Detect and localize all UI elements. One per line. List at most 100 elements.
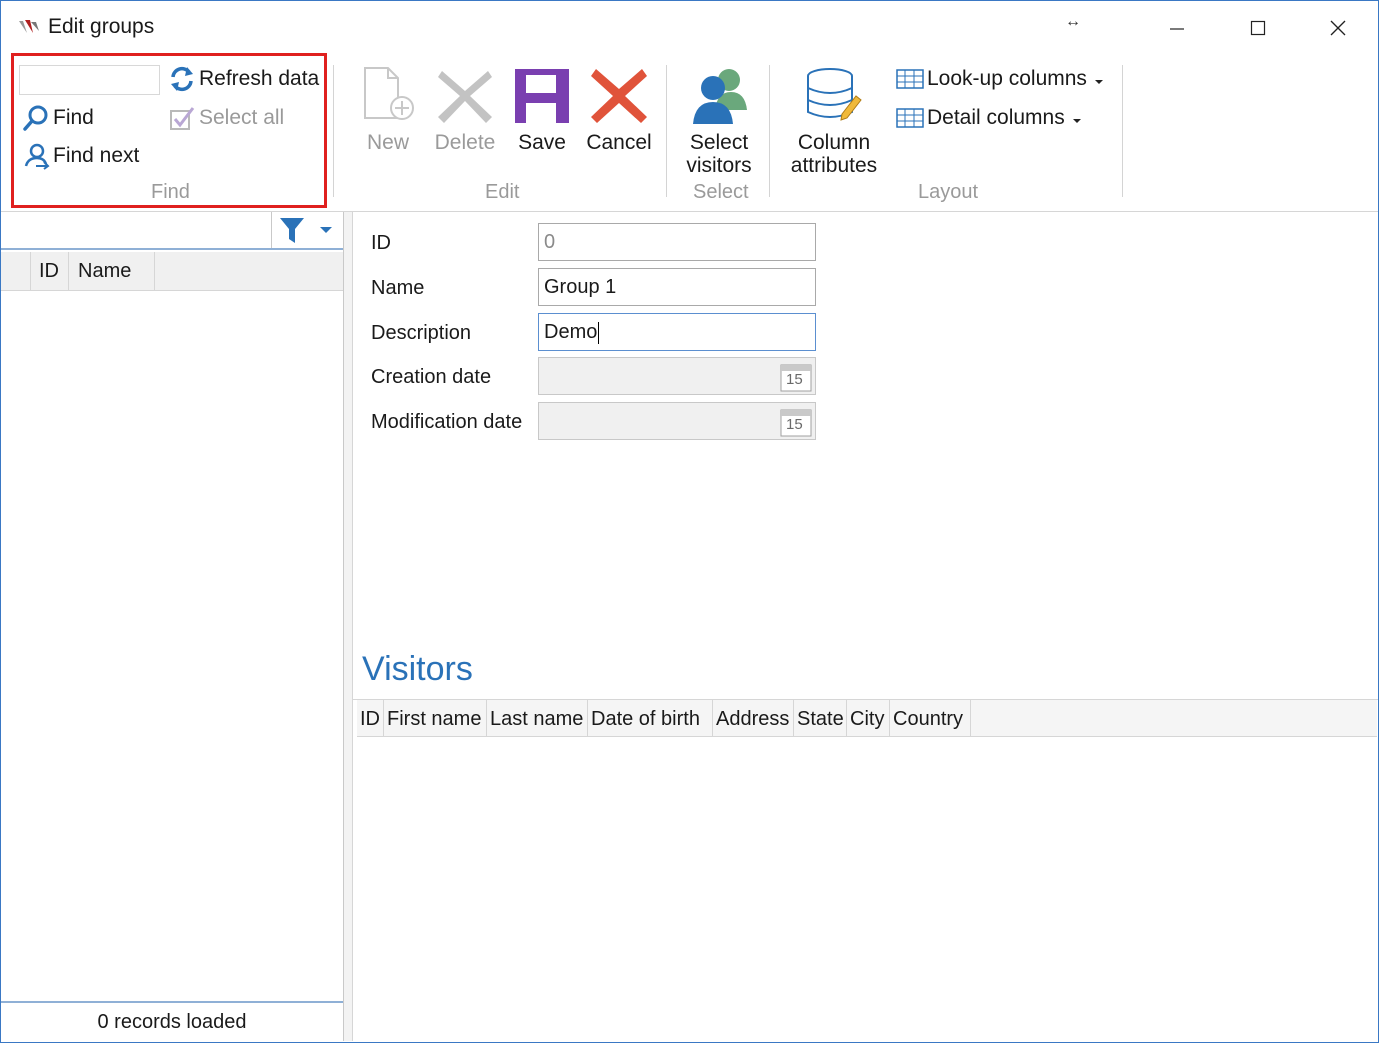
detail-columns-dropdown[interactable]: Detail columns	[895, 103, 1082, 133]
modification-date-field[interactable]: 15	[538, 402, 816, 440]
delete-x-icon	[434, 65, 496, 127]
modification-date-label: Modification date	[371, 411, 523, 433]
find-next-icon	[21, 141, 51, 171]
column-header-state[interactable]: State	[794, 700, 847, 736]
table-grid-icon	[895, 64, 925, 94]
ribbon-separator	[333, 65, 334, 197]
column-header-id[interactable]: ID	[357, 700, 384, 736]
filter-row	[1, 212, 343, 250]
users-icon	[688, 65, 750, 127]
checkbox-checked-icon	[167, 103, 197, 133]
visitors-grid-header: ID First name Last name Date of birth Ad…	[357, 700, 1377, 737]
window-title: Edit groups	[48, 15, 155, 38]
find-button[interactable]: Find	[21, 103, 94, 133]
ribbon-separator	[1122, 65, 1123, 197]
filter-dropdown-button[interactable]	[315, 214, 337, 246]
creation-date-label: Creation date	[371, 366, 492, 388]
dropdown-arrow-icon	[1094, 67, 1104, 91]
visitors-grid: ID First name Last name Date of birth Ad…	[353, 699, 1378, 1040]
lookup-columns-dropdown[interactable]: Look-up columns	[895, 64, 1104, 94]
column-header-last-name[interactable]: Last name	[487, 700, 588, 736]
find-next-label: Find next	[53, 144, 140, 167]
ribbon-separator	[666, 65, 667, 197]
column-header-date-of-birth[interactable]: Date of birth	[588, 700, 713, 736]
column-header-city[interactable]: City	[847, 700, 890, 736]
select-visitors-label-line1: Select	[689, 131, 749, 154]
groups-list-panel: ID Name 0 records loaded	[1, 212, 344, 1041]
cancel-x-icon	[588, 65, 650, 127]
new-label: New	[366, 131, 409, 154]
layout-group-label: Layout	[918, 181, 979, 203]
select-group-label: Select	[693, 181, 749, 203]
edit-group-label: Edit	[485, 181, 520, 203]
column-header-id[interactable]: ID	[31, 252, 69, 290]
ribbon-separator	[769, 65, 770, 197]
close-icon	[1330, 20, 1346, 36]
select-visitors-button[interactable]: Select visitors	[681, 65, 757, 177]
minimize-button[interactable]	[1157, 11, 1197, 45]
filter-funnel-icon	[280, 218, 304, 243]
name-field[interactable]: Group 1	[538, 268, 816, 306]
description-value: Demo	[544, 321, 598, 343]
select-all-button[interactable]: Select all	[167, 103, 284, 133]
title-bar: Edit groups ↔	[1, 1, 1378, 53]
refresh-data-label: Refresh data	[199, 67, 320, 90]
lookup-columns-label: Look-up columns	[927, 67, 1087, 90]
ribbon: Find Find next Refresh data Select all F…	[1, 53, 1378, 212]
save-button[interactable]: Save	[511, 65, 573, 154]
calendar-day-text: 15	[786, 416, 803, 433]
refresh-data-button[interactable]: Refresh data	[167, 64, 319, 94]
close-button[interactable]	[1318, 11, 1358, 45]
refresh-icon	[167, 64, 197, 94]
maximize-button[interactable]	[1238, 11, 1278, 45]
creation-date-field[interactable]: 15	[538, 357, 816, 395]
edit-groups-window: Edit groups ↔ Find Find next Refresh dat…	[0, 0, 1379, 1043]
calendar-icon[interactable]: 15	[780, 362, 812, 392]
save-label: Save	[518, 131, 566, 154]
find-next-button[interactable]: Find next	[21, 141, 139, 171]
filter-button[interactable]	[277, 214, 307, 246]
cancel-button[interactable]: Cancel	[586, 65, 652, 154]
column-header-country[interactable]: Country	[890, 700, 971, 736]
delete-label: Delete	[434, 131, 496, 154]
column-attributes-label-line2: attributes	[790, 154, 878, 177]
column-header-address[interactable]: Address	[713, 700, 794, 736]
resize-arrows-icon: ↔	[1065, 13, 1081, 30]
new-document-icon	[357, 65, 419, 127]
name-label: Name	[371, 277, 425, 299]
delete-button[interactable]: Delete	[432, 65, 498, 154]
database-edit-icon	[803, 65, 865, 127]
chevron-down-icon	[320, 227, 332, 233]
row-indicator-column	[1, 252, 31, 290]
groups-grid-header: ID Name	[1, 252, 343, 291]
calendar-day-text: 15	[786, 371, 803, 388]
find-group-label: Find	[151, 181, 190, 203]
dropdown-arrow-icon	[1072, 106, 1082, 130]
find-input[interactable]	[19, 65, 160, 95]
calendar-icon[interactable]: 15	[780, 407, 812, 437]
id-label: ID	[371, 232, 391, 254]
column-header-name[interactable]: Name	[69, 252, 155, 290]
save-floppy-icon	[511, 65, 573, 127]
minimize-icon	[1170, 28, 1184, 30]
text-caret	[598, 321, 600, 344]
cancel-label: Cancel	[586, 131, 652, 154]
column-attributes-button[interactable]: Column attributes	[787, 65, 881, 177]
visitors-section-title: Visitors	[362, 650, 473, 688]
description-field[interactable]: Demo	[538, 313, 816, 351]
panel-splitter[interactable]	[344, 212, 353, 1041]
filter-input[interactable]	[1, 212, 272, 248]
id-field[interactable]: 0	[538, 223, 816, 261]
select-all-label: Select all	[199, 106, 285, 129]
detail-columns-label: Detail columns	[927, 106, 1065, 129]
maximize-icon	[1250, 20, 1266, 36]
new-button[interactable]: New	[357, 65, 419, 154]
column-attributes-label-line1: Column	[797, 131, 871, 154]
table-grid-icon	[895, 103, 925, 133]
select-visitors-label-line2: visitors	[686, 154, 752, 177]
records-status: 0 records loaded	[1, 1001, 343, 1041]
app-logo-icon	[17, 17, 41, 37]
column-header-first-name[interactable]: First name	[384, 700, 487, 736]
description-label: Description	[371, 322, 472, 344]
find-label: Find	[53, 106, 94, 129]
